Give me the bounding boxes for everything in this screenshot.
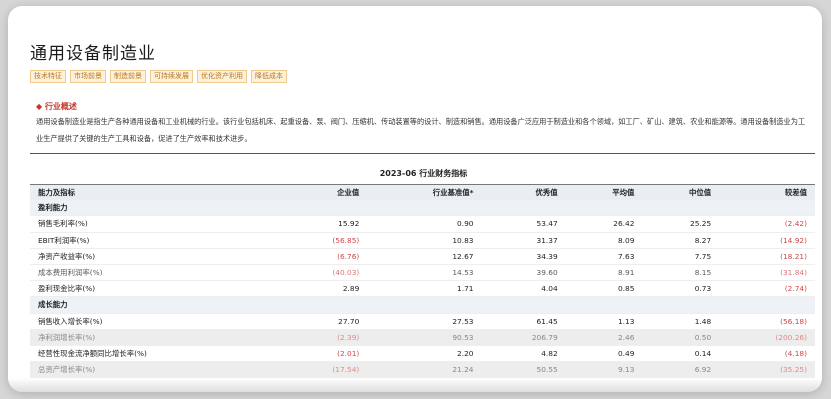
poor-value: (31.84) — [719, 264, 815, 282]
header-average: 平均值 — [565, 184, 643, 201]
table-row: 销售毛利率(%) 15.92 0.90 53.47 26.42 25.25 (2… — [30, 215, 815, 233]
median-value: 7.75 — [642, 248, 720, 265]
section-row: 成长能力 — [30, 296, 815, 314]
excellent-value: 4.82 — [481, 345, 566, 363]
tag-item[interactable]: 市场前景 — [70, 70, 106, 83]
header-poor: 较差值 — [719, 184, 815, 201]
indicator-name: 经营性现金流净额同比增长率(%) — [30, 345, 281, 363]
median-value: 0.50 — [642, 329, 720, 346]
table-row: 成本费用利润率(%) (40.03) 14.53 39.60 8.91 8.15… — [30, 264, 815, 282]
indicator-name: 成本费用利润率(%) — [30, 264, 281, 282]
average-value: 7.63 — [565, 248, 643, 265]
table-row: 盈利现金比率(%) 2.89 1.71 4.04 0.85 0.73 (2.74… — [30, 280, 815, 298]
median-value: 0.73 — [642, 280, 720, 298]
poor-value: (14.92) — [719, 232, 815, 249]
overview-heading: ◆ 行业概述 — [36, 102, 77, 111]
header-median: 中位值 — [642, 184, 720, 201]
indicator-name: 净资产收益率(%) — [30, 248, 281, 265]
overview-text: 通用设备制造业是指生产各种通用设备和工业机械的行业。该行业包括机床、起重设备、泵… — [36, 117, 806, 143]
excellent-value: 53.47 — [481, 215, 566, 233]
average-value: 8.09 — [565, 232, 643, 249]
company-value: (56.85) — [281, 232, 368, 249]
average-value: 8.91 — [565, 264, 643, 282]
excellent-value: 50.55 — [481, 361, 566, 379]
tag-list: 技术特征 市场前景 制造前景 可持续发展 优化资产利用 降低成本 — [30, 70, 287, 83]
table-header-row: 能力及指标 企业值 行业基准值* 优秀值 平均值 中位值 较差值 — [30, 184, 815, 201]
tag-item[interactable]: 可持续发展 — [150, 70, 193, 83]
financial-indicators-table: 能力及指标 企业值 行业基准值* 优秀值 平均值 中位值 较差值 盈利能力 销售… — [30, 184, 815, 379]
benchmark-value: 14.53 — [367, 264, 482, 282]
table-row: EBIT利润率(%) (56.85) 10.83 31.37 8.09 8.27… — [30, 232, 815, 249]
benchmark-value: 10.83 — [367, 232, 482, 249]
excellent-value: 34.39 — [481, 248, 566, 265]
average-value: 9.13 — [565, 361, 643, 379]
company-value: (6.76) — [281, 248, 368, 265]
benchmark-value: 12.67 — [367, 248, 482, 265]
industry-overview: ◆ 行业概述 通用设备制造业是指生产各种通用设备和工业机械的行业。该行业包括机床… — [30, 93, 815, 154]
company-value: (2.01) — [281, 345, 368, 363]
table-title: 2023-06 行业财务指标 — [379, 169, 468, 178]
tag-item[interactable]: 优化资产利用 — [197, 70, 247, 83]
bottom-fade — [8, 378, 822, 392]
company-value: (17.54) — [281, 361, 368, 379]
section-row: 盈利能力 — [30, 200, 815, 217]
average-value: 1.13 — [565, 313, 643, 330]
indicator-name: 总资产增长率(%) — [30, 361, 281, 379]
average-value: 26.42 — [565, 215, 643, 233]
page-title: 通用设备制造业 — [30, 44, 156, 64]
table-row: 净资产收益率(%) (6.76) 12.67 34.39 7.63 7.75 (… — [30, 248, 815, 265]
poor-value: (18.21) — [719, 248, 815, 265]
indicator-name: 净利润增长率(%) — [30, 329, 281, 346]
poor-value: (200.26) — [719, 329, 815, 346]
table-row: 经营性现金流净额同比增长率(%) (2.01) 2.20 4.82 0.49 0… — [30, 345, 815, 363]
median-value: 0.14 — [642, 345, 720, 363]
indicator-name: 销售毛利率(%) — [30, 215, 281, 233]
indicator-name: EBIT利润率(%) — [30, 232, 281, 249]
tag-item[interactable]: 降低成本 — [251, 70, 287, 83]
report-card: 通用设备制造业 技术特征 市场前景 制造前景 可持续发展 优化资产利用 降低成本… — [8, 6, 822, 392]
header-excellent: 优秀值 — [481, 184, 566, 201]
table-row: 销售收入增长率(%) 27.70 27.53 61.45 1.13 1.48 (… — [30, 313, 815, 330]
company-value: 15.92 — [281, 215, 368, 233]
median-value: 25.25 — [642, 215, 720, 233]
tag-item[interactable]: 技术特征 — [30, 70, 66, 83]
section-label: 盈利能力 — [30, 200, 815, 217]
company-value: 2.89 — [281, 280, 368, 298]
indicator-name: 盈利现金比率(%) — [30, 280, 281, 298]
excellent-value: 206.79 — [481, 329, 566, 346]
average-value: 2.46 — [565, 329, 643, 346]
median-value: 6.92 — [642, 361, 720, 379]
company-value: (40.03) — [281, 264, 368, 282]
benchmark-value: 2.20 — [367, 345, 482, 363]
table-row: 净利润增长率(%) (2.39) 90.53 206.79 2.46 0.50 … — [30, 329, 815, 346]
benchmark-value: 90.53 — [367, 329, 482, 346]
benchmark-value: 0.90 — [367, 215, 482, 233]
excellent-value: 31.37 — [481, 232, 566, 249]
tag-item[interactable]: 制造前景 — [110, 70, 146, 83]
median-value: 1.48 — [642, 313, 720, 330]
poor-value: (2.74) — [719, 280, 815, 298]
table-row: 总资产增长率(%) (17.54) 21.24 50.55 9.13 6.92 … — [30, 361, 815, 379]
poor-value: (2.42) — [719, 215, 815, 233]
indicator-name: 销售收入增长率(%) — [30, 313, 281, 330]
company-value: 27.70 — [281, 313, 368, 330]
median-value: 8.15 — [642, 264, 720, 282]
average-value: 0.85 — [565, 280, 643, 298]
poor-value: (35.25) — [719, 361, 815, 379]
section-label: 成长能力 — [30, 296, 815, 314]
poor-value: (4.18) — [719, 345, 815, 363]
company-value: (2.39) — [281, 329, 368, 346]
median-value: 8.27 — [642, 232, 720, 249]
benchmark-value: 21.24 — [367, 361, 482, 379]
excellent-value: 39.60 — [481, 264, 566, 282]
excellent-value: 4.04 — [481, 280, 566, 298]
header-indicator: 能力及指标 — [30, 184, 281, 201]
benchmark-value: 27.53 — [367, 313, 482, 330]
excellent-value: 61.45 — [481, 313, 566, 330]
poor-value: (56.18) — [719, 313, 815, 330]
benchmark-value: 1.71 — [367, 280, 482, 298]
header-company: 企业值 — [281, 184, 368, 201]
header-benchmark: 行业基准值* — [367, 184, 482, 201]
average-value: 0.49 — [565, 345, 643, 363]
